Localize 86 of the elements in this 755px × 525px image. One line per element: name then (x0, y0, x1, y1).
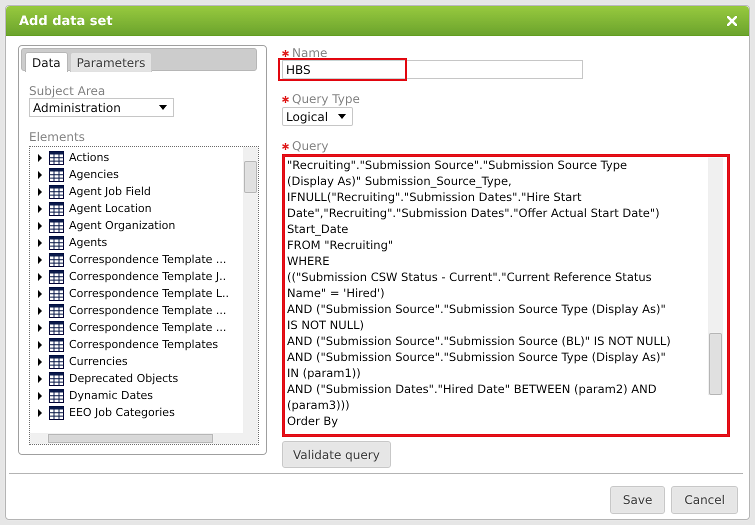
expand-arrow-icon[interactable] (38, 204, 42, 212)
table-icon (49, 150, 64, 164)
table-icon (49, 354, 64, 368)
field-label: Elements (29, 130, 86, 144)
table-icon (49, 304, 64, 318)
query-line: Order By (287, 413, 340, 429)
expand-arrow-icon[interactable] (38, 154, 42, 162)
query-line: Start_Date (287, 221, 350, 237)
field-label: Subject Area (29, 84, 106, 98)
table-icon (49, 338, 64, 352)
tree-item[interactable]: Currencies (69, 355, 128, 368)
expand-arrow-icon[interactable] (38, 374, 42, 382)
expand-arrow-icon[interactable] (38, 324, 42, 332)
query-line: AND ("Submission Dates"."Hired Date" BETWEEN (param2) AND (287, 381, 658, 397)
tree-item[interactable]: Actions (69, 151, 110, 164)
tree-item[interactable]: Agent Job Field (69, 185, 151, 198)
validate-query-button[interactable]: Validate query (282, 441, 391, 468)
expand-arrow-icon[interactable] (38, 358, 42, 366)
table-icon (49, 286, 64, 300)
query-line: (("Submission CSW Status - Current"."Current Reference Status (287, 269, 653, 285)
query-line: AND ("Submission Source"."Submission Source (BL)" IS NOT NULL) (287, 333, 672, 349)
dialog-button[interactable]: Save (610, 486, 666, 514)
expand-arrow-icon[interactable] (38, 272, 42, 280)
query-line: FROM "Recruiting" (287, 237, 394, 253)
query-line: Date","Recruiting"."Submission Dates"."Offer Actual Start Date") (287, 205, 661, 221)
dialog-button[interactable]: Cancel (671, 486, 738, 514)
table-icon (49, 320, 64, 334)
query-line: Name" = 'Hired') (287, 285, 386, 301)
expand-arrow-icon[interactable] (38, 256, 42, 264)
tree-item[interactable]: Correspondence Template L.. (69, 287, 230, 300)
expand-arrow-icon[interactable] (38, 222, 42, 230)
query-line: AND ("Submission Source"."Submission Source Type (Display As)" (287, 301, 667, 317)
tree-item[interactable]: EEO Job Categories (69, 406, 175, 419)
query-line: IS NOT NULL) (287, 317, 366, 333)
expand-arrow-icon[interactable] (38, 306, 42, 314)
query-line: IN (param1)) (287, 365, 362, 381)
tree-item[interactable]: Agents (69, 236, 108, 249)
query-line: "Recruiting"."Submission Source"."Submission Source Type (287, 157, 628, 173)
query-textarea[interactable] (282, 154, 730, 437)
close-icon[interactable] (727, 16, 737, 26)
query-line: WHERE (287, 253, 331, 269)
table-icon (49, 202, 64, 216)
vertical-scrollbar[interactable] (708, 157, 723, 395)
tree-item[interactable]: Deprecated Objects (69, 372, 178, 385)
tree-item[interactable]: Correspondence Template J.. (69, 270, 226, 283)
horizontal-scrollbar[interactable] (30, 433, 258, 444)
tree-item[interactable]: Correspondence Template ... (69, 304, 226, 317)
expand-arrow-icon[interactable] (38, 290, 42, 298)
query-line: IFNULL("Recruiting"."Submission Dates"."Hire Start (287, 189, 583, 205)
tree-item[interactable]: Correspondence Templates (69, 338, 218, 351)
table-icon (49, 388, 64, 402)
expand-arrow-icon[interactable] (38, 238, 42, 246)
expand-arrow-icon[interactable] (38, 170, 42, 178)
expand-arrow-icon[interactable] (38, 408, 42, 416)
query-line: (Display As)" Submission_Source_Type, (287, 173, 513, 189)
tree-item[interactable]: Correspondence Template ... (69, 253, 226, 266)
table-icon (49, 372, 64, 386)
tree-item[interactable]: Agent Location (69, 202, 152, 215)
expand-arrow-icon[interactable] (38, 340, 42, 348)
query-line: AND ("Submission Source"."Submission Source Type (Display As)" (287, 349, 667, 365)
caret-icon (338, 114, 346, 119)
query-type-dropdown[interactable]: Logical (282, 107, 353, 126)
subject-area-dropdown[interactable]: Administration (29, 98, 174, 117)
tree-item[interactable]: Correspondence Template ... (69, 321, 226, 334)
tab[interactable]: Data (25, 52, 68, 72)
table-icon (49, 406, 64, 420)
field-label: Name (292, 46, 328, 60)
tree-item[interactable]: Dynamic Dates (69, 389, 154, 402)
vertical-scrollbar[interactable] (243, 147, 258, 433)
table-icon (49, 184, 64, 198)
tree-item[interactable]: Agent Organization (69, 219, 176, 232)
caret-icon (159, 105, 167, 110)
table-icon (49, 218, 64, 232)
table-icon (49, 168, 64, 182)
tree-item[interactable]: Agencies (69, 168, 119, 181)
name-input[interactable]: HBS (282, 60, 583, 79)
dialog-title: Add data set (19, 14, 113, 28)
expand-arrow-icon[interactable] (38, 188, 42, 196)
table-icon (49, 270, 64, 284)
field-label: Query Type (292, 92, 360, 106)
table-icon (49, 252, 64, 266)
tab[interactable]: Parameters (70, 52, 152, 72)
expand-arrow-icon[interactable] (38, 392, 42, 400)
table-icon (49, 236, 64, 250)
query-line: (param3))) (287, 397, 351, 413)
field-label: Query (292, 139, 328, 153)
